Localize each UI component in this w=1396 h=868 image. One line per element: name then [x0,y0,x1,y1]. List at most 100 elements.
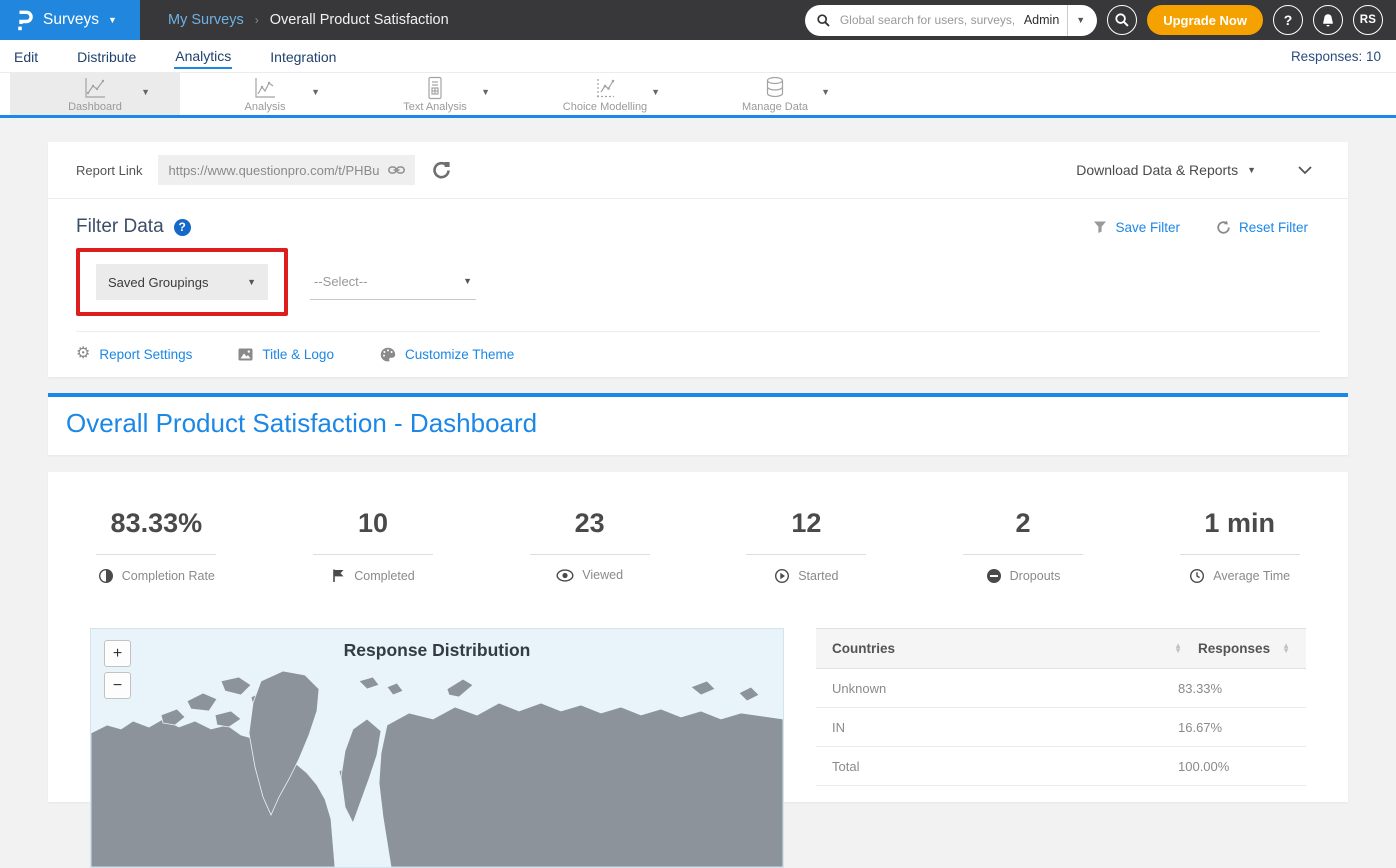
map-title: Response Distribution [91,640,783,661]
line-chart-icon [82,75,108,101]
scatter-chart-icon [592,75,618,101]
chevron-down-icon[interactable]: ▼ [481,87,490,97]
stats-row: 83.33% Completion Rate 10 Completed [48,508,1348,584]
filter-help-icon[interactable]: ? [174,219,191,236]
divider [96,554,216,555]
play-circle-icon [774,568,790,584]
customize-theme-label: Customize Theme [405,347,514,362]
nav-distribute[interactable]: Distribute [76,44,137,68]
divider [963,554,1083,555]
download-data-reports-menu[interactable]: Download Data & Reports ▼ [1076,162,1256,178]
help-button[interactable]: ? [1273,5,1303,35]
database-icon [762,75,788,101]
stat-dropouts: 2 Dropouts [915,508,1132,584]
page-title: Overall Product Satisfaction - Dashboard [66,408,1330,439]
download-label: Download Data & Reports [1076,162,1238,178]
report-settings-link[interactable]: ⚙ Report Settings [76,346,192,362]
tab-analysis[interactable]: Analysis ▼ [180,73,350,115]
reset-filter-button[interactable]: Reset Filter [1216,220,1308,235]
responses-cell: 100.00% [1178,759,1290,774]
nav-edit[interactable]: Edit [13,44,39,68]
report-filter-panel: Report Link https://www.questionpro.com/… [48,142,1348,377]
notifications-button[interactable] [1313,5,1343,35]
search-scope-dropdown[interactable]: ▼ [1076,16,1085,25]
stat-label: Completion Rate [122,569,215,583]
sort-icon[interactable]: ▲▼ [1174,644,1182,653]
top-bar: Surveys ▼ My Surveys › Overall Product S… [0,0,1396,40]
link-icon[interactable] [388,164,405,176]
filter-data-section: Filter Data ? Save Filter Reset Filter [48,199,1348,377]
save-filter-label: Save Filter [1115,220,1180,235]
stat-value: 2 [915,508,1132,539]
chevron-down-icon[interactable]: ▼ [821,87,830,97]
global-search-input[interactable] [838,12,1016,28]
nav-analytics[interactable]: Analytics [174,43,232,69]
chevron-down-icon: ▼ [1247,166,1256,175]
bell-icon [1321,13,1335,28]
gear-icon: ⚙ [76,346,90,362]
flag-icon [331,568,346,583]
stat-average-time: 1 min Average Time [1131,508,1348,584]
report-link-field[interactable]: https://www.questionpro.com/t/PHBu [158,155,415,185]
country-cell: Total [832,759,1178,774]
chevron-down-icon[interactable]: ▼ [311,87,320,97]
collapse-panel-button[interactable] [1298,166,1312,175]
tab-label: Dashboard [68,101,122,113]
survey-nav: Edit Distribute Analytics Integration Re… [0,40,1396,73]
breadcrumb-current: Overall Product Satisfaction [270,12,449,28]
stat-viewed: 23 Viewed [481,508,698,584]
countries-column-header: Countries [832,641,895,656]
filter-actions: Save Filter Reset Filter [1093,220,1320,235]
responses-cell: 16.67% [1178,720,1290,735]
main-content: Report Link https://www.questionpro.com/… [0,118,1396,802]
responses-column-header: Responses [1198,641,1270,656]
response-distribution-map: + − Response Distribution [90,628,784,868]
chevron-down-icon: ▼ [247,278,256,287]
user-avatar[interactable]: RS [1353,5,1383,35]
stat-label: Average Time [1213,569,1290,583]
upgrade-now-button[interactable]: Upgrade Now [1147,5,1263,35]
zoom-out-button[interactable]: − [104,672,131,699]
country-cell: IN [832,720,1178,735]
tab-text-analysis[interactable]: Text Analysis ▼ [350,73,520,115]
chevron-down-icon: ▼ [463,277,472,286]
qr-code-icon[interactable] [432,161,451,180]
chevron-down-icon[interactable]: ▼ [651,87,660,97]
search-button[interactable] [1107,5,1137,35]
tab-manage-data[interactable]: Manage Data ▼ [690,73,860,115]
filter-controls-row: Saved Groupings ▼ --Select-- ▼ [76,248,1320,316]
report-settings-label: Report Settings [99,347,192,362]
dashboard-title-band: Overall Product Satisfaction - Dashboard [48,393,1348,455]
chevron-down-icon[interactable]: ▼ [141,87,150,97]
saved-groupings-label: Saved Groupings [108,275,208,290]
save-filter-button[interactable]: Save Filter [1093,220,1180,235]
table-header: Countries ▲▼ Responses ▲▼ [816,628,1306,669]
stat-value: 10 [265,508,482,539]
document-icon [422,75,448,101]
surveys-product-menu[interactable]: Surveys ▼ [0,0,140,40]
select-placeholder: --Select-- [314,274,367,289]
image-icon [238,348,253,361]
search-scope-label: Admin [1024,13,1059,27]
line-chart-icon [252,75,278,101]
nav-integration[interactable]: Integration [269,44,337,68]
title-logo-link[interactable]: Title & Logo [238,347,334,362]
stat-completed: 10 Completed [265,508,482,584]
global-search: Admin ▼ [805,5,1097,36]
saved-groupings-dropdown[interactable]: Saved Groupings ▼ [96,264,268,300]
breadcrumb-my-surveys[interactable]: My Surveys [168,12,244,28]
filter-select-dropdown[interactable]: --Select-- ▼ [310,264,476,300]
map-zoom-controls: + − [104,640,131,699]
tab-choice-modelling[interactable]: Choice Modelling ▼ [520,73,690,115]
report-link-url[interactable]: https://www.questionpro.com/t/PHBu [168,163,379,178]
report-link-row: Report Link https://www.questionpro.com/… [48,142,1348,199]
zoom-in-button[interactable]: + [104,640,131,667]
customize-theme-link[interactable]: Customize Theme [380,347,514,362]
charts-row: + − Response Distribution [48,628,1348,868]
responses-count: Responses: 10 [1291,49,1383,64]
palette-icon [380,347,396,362]
tab-dashboard[interactable]: Dashboard ▼ [10,73,180,115]
sort-icon[interactable]: ▲▼ [1282,644,1290,653]
eye-icon [556,569,574,582]
tab-label: Text Analysis [403,101,467,113]
